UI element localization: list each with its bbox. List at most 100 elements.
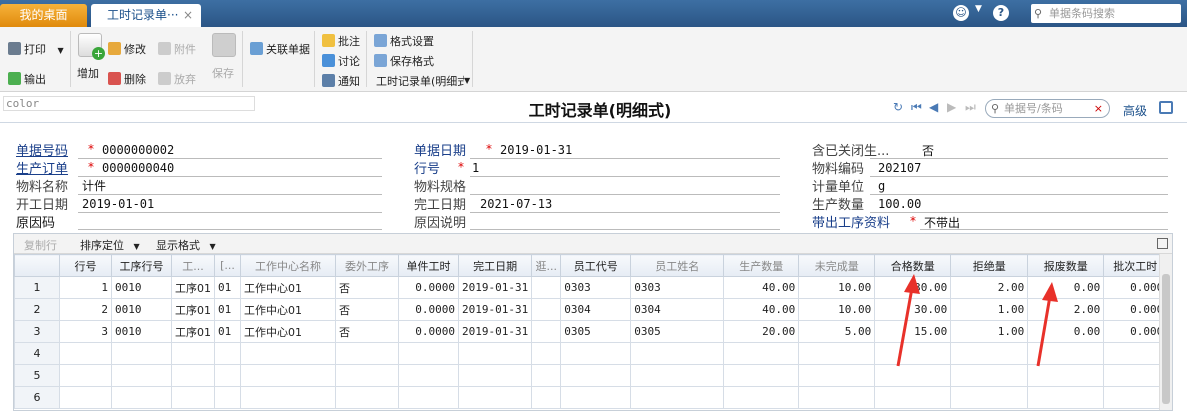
cell-unfinished[interactable]: 5.00	[798, 320, 876, 343]
table-row[interactable]: 3 3 0010 工序01 01 工作中心01 否 0.0000 2019-01…	[14, 320, 1168, 343]
cell-unit-hours[interactable]: 0.0000	[398, 320, 459, 343]
scrollbar-thumb[interactable]	[1162, 274, 1170, 404]
help-icon[interactable]: ?	[993, 5, 1009, 21]
cell-line[interactable]: 2	[59, 298, 112, 321]
tab-time-record[interactable]: 工时记录单··· ×	[91, 4, 201, 27]
cell-code[interactable]: 01	[214, 276, 241, 299]
table-row[interactable]: 2 2 0010 工序01 01 工作中心01 否 0.0000 2019-01…	[14, 298, 1168, 321]
cell-proc[interactable]: 工序01	[171, 298, 215, 321]
col-header-unfinished[interactable]: 未完成量	[798, 254, 876, 277]
annotate-button[interactable]: 批注	[322, 33, 360, 49]
include-closed-value[interactable]: 否	[922, 142, 934, 159]
grid-vertical-scrollbar[interactable]	[1159, 254, 1172, 410]
col-header-x[interactable]: 逛...	[531, 254, 562, 277]
refresh-icon[interactable]: ↻	[893, 100, 903, 114]
col-header-rejected[interactable]: 拒绝量	[950, 254, 1029, 277]
cell-outsource[interactable]: 否	[335, 298, 399, 321]
col-header-code[interactable]: [...	[214, 254, 241, 277]
layout-toggle-icon[interactable]	[1159, 101, 1173, 114]
table-row[interactable]: 6	[14, 386, 1168, 409]
last-record-icon[interactable]: ⏭	[965, 100, 976, 115]
attach-button[interactable]: 附件	[158, 41, 196, 57]
cell-outsource[interactable]: 否	[335, 320, 399, 343]
cell-proc[interactable]: 工序01	[171, 276, 215, 299]
cell-emp-code[interactable]: 0303	[560, 276, 632, 299]
cell-wc-name[interactable]: 工作中心01	[240, 298, 336, 321]
cell-emp-name[interactable]: 0303	[630, 276, 725, 299]
col-header-unit-hours[interactable]: 单件工时	[398, 254, 459, 277]
col-header-emp-name[interactable]: 员工姓名	[630, 254, 725, 277]
cell-batch-hours[interactable]: 0.000	[1103, 298, 1168, 321]
format-select[interactable]: 工时记录单(明细式)▼	[376, 73, 470, 89]
doc-date-value[interactable]: 2019-01-31	[500, 143, 572, 157]
cell-rejected[interactable]: 1.00	[950, 320, 1029, 343]
cell-line[interactable]: 3	[59, 320, 112, 343]
cell-code[interactable]: 01	[214, 298, 241, 321]
line-no-value[interactable]: 1	[472, 161, 479, 175]
prod-order-label[interactable]: 生产订单	[16, 158, 68, 177]
cell-finish-date[interactable]: 2019-01-31	[457, 276, 533, 299]
cell-rejected[interactable]: 1.00	[950, 298, 1029, 321]
prod-order-value[interactable]: 0000000040	[102, 161, 174, 175]
col-header-scrap[interactable]: 报废数量	[1027, 254, 1105, 277]
col-header-prod-qty[interactable]: 生产数量	[723, 254, 800, 277]
first-record-icon[interactable]: ⏮	[911, 100, 922, 115]
cell-unit-hours[interactable]: 0.0000	[398, 298, 459, 321]
cell-wc-name[interactable]: 工作中心01	[240, 320, 336, 343]
cell-prod-qty[interactable]: 20.00	[723, 320, 800, 343]
table-row[interactable]: 4	[14, 342, 1168, 365]
cell-x[interactable]	[531, 320, 562, 343]
col-header-proc[interactable]: 工...	[171, 254, 215, 277]
clear-search-icon[interactable]: ×	[1094, 100, 1103, 117]
save-disk-icon[interactable]	[212, 33, 236, 57]
dropdown-arrow-icon[interactable]: ▼	[975, 4, 982, 14]
doc-no-value[interactable]: 0000000002	[102, 143, 174, 157]
advanced-search-link[interactable]: 高级	[1123, 102, 1147, 119]
table-row[interactable]: 1 1 0010 工序01 01 工作中心01 否 0.0000 2019-01…	[14, 276, 1168, 299]
expand-grid-icon[interactable]	[1157, 238, 1168, 249]
notify-button[interactable]: 通知	[322, 73, 360, 89]
save-format-button[interactable]: 保存格式	[374, 53, 434, 69]
col-header-proc-line[interactable]: 工序行号	[111, 254, 172, 277]
color-field[interactable]: color	[3, 96, 255, 111]
doc-number-search-input[interactable]: ⚲ 单据号/条码 ×	[985, 99, 1110, 118]
export-button[interactable]: 输出	[8, 71, 46, 87]
tab-close-icon[interactable]: ×	[183, 4, 193, 27]
format-settings-button[interactable]: 格式设置	[374, 33, 434, 49]
table-row[interactable]: 5	[14, 364, 1168, 387]
discuss-button[interactable]: 讨论	[322, 53, 360, 69]
cell-x[interactable]	[531, 276, 562, 299]
edit-button[interactable]: 修改	[108, 41, 146, 57]
col-header-wc-name[interactable]: 工作中心名称	[240, 254, 336, 277]
copy-row-button[interactable]: 复制行	[24, 237, 57, 253]
sort-locate-button[interactable]: 排序定位 ▼	[80, 237, 140, 253]
cell-unfinished[interactable]: 10.00	[798, 276, 876, 299]
cell-rejected[interactable]: 2.00	[950, 276, 1029, 299]
cell-wc-name[interactable]: 工作中心01	[240, 276, 336, 299]
cell-batch-hours[interactable]: 0.000	[1103, 276, 1168, 299]
tab-my-desktop[interactable]: 我的桌面	[0, 4, 87, 27]
cell-emp-code[interactable]: 0304	[560, 298, 632, 321]
cell-outsource[interactable]: 否	[335, 276, 399, 299]
cell-proc-line[interactable]: 0010	[111, 320, 172, 343]
cell-line[interactable]: 1	[59, 276, 112, 299]
cell-emp-name[interactable]: 0304	[630, 298, 725, 321]
col-header-emp-code[interactable]: 员工代号	[560, 254, 632, 277]
related-docs-button[interactable]: 关联单据	[250, 41, 310, 57]
cell-finish-date[interactable]: 2019-01-31	[457, 320, 533, 343]
next-record-icon[interactable]: ▶	[947, 100, 956, 114]
cell-prod-qty[interactable]: 40.00	[723, 276, 800, 299]
cell-emp-code[interactable]: 0305	[560, 320, 632, 343]
cell-unit-hours[interactable]: 0.0000	[398, 276, 459, 299]
material-code-value[interactable]: 202107	[878, 161, 921, 175]
cell-proc[interactable]: 工序01	[171, 320, 215, 343]
col-header-batch-hours[interactable]: 批次工时	[1103, 254, 1168, 277]
display-format-button[interactable]: 显示格式 ▼	[156, 237, 216, 253]
doc-no-label[interactable]: 单据号码	[16, 140, 68, 159]
cell-prod-qty[interactable]: 40.00	[723, 298, 800, 321]
add-button[interactable]: 增加	[77, 65, 99, 81]
finish-date-value[interactable]: 2021-07-13	[480, 197, 552, 211]
prod-qty-value[interactable]: 100.00	[878, 197, 921, 211]
start-date-value[interactable]: 2019-01-01	[82, 197, 154, 211]
cell-unfinished[interactable]: 10.00	[798, 298, 876, 321]
